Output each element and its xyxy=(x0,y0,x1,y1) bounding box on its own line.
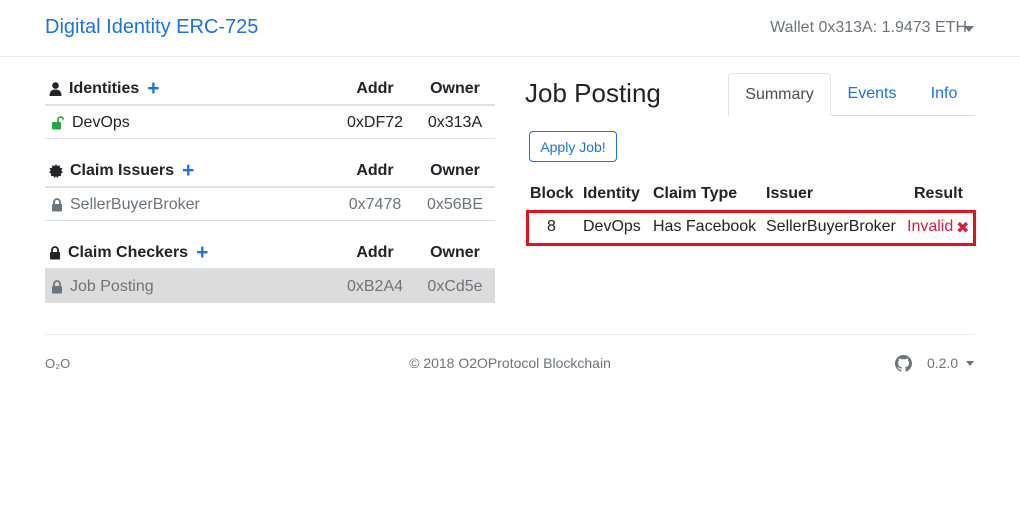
claim-issuers-addr-header: Addr xyxy=(356,162,394,179)
col-issuer-header: Issuer xyxy=(766,185,814,202)
identity-addr: 0xDF72 xyxy=(346,114,404,131)
col-claim-type-header: Claim Type xyxy=(653,185,738,202)
apply-job-button[interactable]: Apply Job! xyxy=(529,131,617,162)
col-result-header: Result xyxy=(914,185,963,202)
claim-checkers-table: Claim Checkers + Addr Owner Job Posting … xyxy=(45,236,495,303)
footer-copyright: © 2018 O2OProtocol Blockchain xyxy=(409,355,611,371)
claim-issuer-row[interactable]: SellerBuyerBroker 0x7478 0x56BE xyxy=(45,188,495,221)
tab-info[interactable]: Info xyxy=(918,73,970,116)
identities-addr-header: Addr xyxy=(356,80,394,97)
claim-issuer-name: SellerBuyerBroker xyxy=(70,196,200,213)
claim-checkers-addr-header: Addr xyxy=(356,244,394,261)
detail-title: Job Posting xyxy=(525,78,661,108)
claim-checkers-title: Claim Checkers xyxy=(68,244,189,261)
claim-checkers-header: Claim Checkers + Addr Owner xyxy=(45,236,495,270)
claim-issuers-owner-header: Owner xyxy=(430,162,480,179)
chevron-down-icon[interactable] xyxy=(965,355,977,371)
row-result: Invalid xyxy=(907,218,954,235)
claim-checker-name: Job Posting xyxy=(70,278,154,295)
identities-title: Identities xyxy=(69,80,140,97)
claim-issuer-addr: 0x7478 xyxy=(348,196,402,213)
lock-icon xyxy=(49,246,61,260)
user-icon xyxy=(49,82,62,96)
claim-checker-row-job-posting[interactable]: Job Posting 0xB2A4 0xCd5e xyxy=(45,270,495,303)
lock-icon xyxy=(51,280,63,294)
claim-issuers-title: Claim Issuers xyxy=(70,162,175,179)
certificate-icon xyxy=(49,164,63,178)
add-claim-checker-button[interactable]: + xyxy=(196,242,208,263)
brand-link[interactable]: Digital Identity ERC-725 xyxy=(45,16,258,39)
tab-events[interactable]: Events xyxy=(836,73,908,116)
claim-issuers-header: Claim Issuers + Addr Owner xyxy=(45,154,495,188)
claim-issuer-owner: 0x56BE xyxy=(426,196,484,213)
row-issuer: SellerBuyerBroker xyxy=(766,218,896,235)
detail-tabs: Summary Events Info xyxy=(728,73,975,116)
footer-divider xyxy=(45,334,975,335)
tab-summary[interactable]: Summary xyxy=(728,73,831,116)
claim-checker-addr: 0xB2A4 xyxy=(346,278,404,295)
navbar: Digital Identity ERC-725 Wallet 0x313A: … xyxy=(0,0,1020,57)
lock-icon xyxy=(51,198,63,212)
wallet-dropdown[interactable]: Wallet 0x313A: 1.9473 ETH xyxy=(770,19,967,37)
identity-row-devops[interactable]: DevOps 0xDF72 0x313A xyxy=(45,106,495,139)
version-dropdown[interactable]: 0.2.0 xyxy=(927,355,958,371)
identity-owner: 0x313A xyxy=(427,114,483,131)
row-claim-type: Has Facebook xyxy=(653,218,757,235)
identity-name: DevOps xyxy=(72,114,130,131)
chevron-down-icon[interactable] xyxy=(964,19,976,37)
claim-checker-owner: 0xCd5e xyxy=(427,278,483,295)
claim-issuers-table: Claim Issuers + Addr Owner SellerBuyerBr… xyxy=(45,154,495,221)
github-icon[interactable] xyxy=(895,355,912,377)
identities-header: Identities + Addr Owner xyxy=(45,72,495,106)
row-block: 8 xyxy=(547,218,556,235)
claim-checkers-owner-header: Owner xyxy=(430,244,480,261)
col-block-header: Block xyxy=(530,185,574,202)
unlock-icon xyxy=(51,116,65,130)
col-identity-header: Identity xyxy=(583,185,640,202)
row-identity: DevOps xyxy=(583,218,641,235)
invalid-x-icon: ✖ xyxy=(956,220,970,237)
add-identity-button[interactable]: + xyxy=(147,78,159,99)
identities-table: Identities + Addr Owner DevOps 0xDF72 0x… xyxy=(45,72,495,139)
identities-owner-header: Owner xyxy=(430,80,480,97)
add-claim-issuer-button[interactable]: + xyxy=(182,160,194,181)
